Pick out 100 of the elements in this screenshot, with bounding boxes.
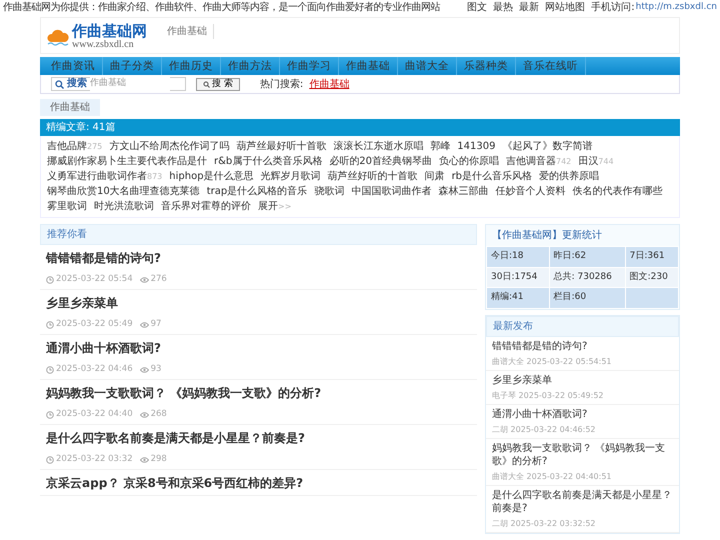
tag-link[interactable]: 必听的20首经典钢琴曲 [329,154,432,169]
eye-icon [140,276,149,283]
article-title-link[interactable]: 妈妈教我一支歌歌词？ 《妈妈教我一支歌》的分析? [46,384,471,402]
stats-cell: 30日:1754 [486,267,550,288]
eye-icon [140,456,149,463]
panel-title: 【作曲基础网】更新统计 [486,225,679,246]
tag-link[interactable]: 森林三部曲 [438,184,488,199]
latest-meta: 二胡 2025-03-22 03:32:52 [492,518,597,530]
tag-link[interactable]: 郭峰 [430,139,450,154]
tag-link[interactable]: 方文山不给周杰伦作词了吗 [109,139,230,154]
nav-link[interactable]: 乐器种类 [457,57,516,75]
article-title-link[interactable]: 京采云app？ 京采8号和京采6号西红柿的差异? [46,474,471,492]
nav-link[interactable]: 曲谱大全 [398,57,457,75]
search-label: 搜索 [67,79,87,89]
tag-link[interactable]: trap是什么风格的音乐 [206,184,308,199]
clock-icon [46,320,54,329]
tag-link[interactable]: 爱的供养原唱 [539,169,600,184]
eye-icon [140,322,149,328]
tag-link[interactable]: 光辉岁月歌词 [260,169,321,184]
nav-link[interactable]: 作曲资讯 [44,57,103,75]
tag-link[interactable]: 《起风了》数字简谱 [502,139,592,154]
panel-header: 最新发布 [486,316,679,336]
mobile-url-link[interactable]: http://m.zsbxdl.cn [636,0,717,14]
tag-link[interactable]: 骁歌词 [314,184,344,199]
site-logo[interactable]: 作曲基础网 www.zsbxdl.cn [47,24,157,50]
article-time: 2025-03-22 05:54 [56,273,133,286]
tag-link[interactable]: 义勇军进行曲歌词作者873 [47,169,162,184]
article-title-link[interactable]: 乡里乡亲菜单 [46,294,471,312]
stats-cell: 栏目:60 [549,288,626,308]
clock-icon [46,410,54,419]
tag-link[interactable]: 葫芦丝最好听十首歌 [236,139,326,154]
breadcrumb-tab[interactable]: 作曲基础 [40,99,100,116]
view-count: 276 [150,273,167,286]
stats-cell: 精编:41 [486,288,550,308]
top-link[interactable]: 最热 [493,0,514,15]
header-link[interactable]: 作曲基础 [167,24,214,39]
tag-link[interactable]: 葫芦丝好听的十首歌 [328,169,418,184]
nav-link[interactable]: 作曲方法 [221,57,280,75]
stats-cell: 7日:361 [625,246,678,267]
article-time: 2025-03-22 04:46 [56,363,133,376]
tag-link[interactable]: 雾里歌词 [47,199,87,214]
tag-link[interactable]: 田汉744 [578,154,614,169]
nav-link[interactable]: 音乐在线听 [516,57,586,75]
tag-link[interactable]: rb是什么音乐风格 [452,169,532,184]
tag-link[interactable]: 吉他品牌275 [47,139,102,154]
clock-icon [46,456,54,464]
article-title-link[interactable]: 是什么四字歌名前奏是满天都是小星星？前奏是? [46,429,471,447]
tag-link[interactable]: 负心的你原唱 [439,154,499,169]
hot-search-label: 热门搜索: [260,78,304,92]
tag-link[interactable]: 钢琴曲欣赏10大名曲理查德克莱德 [47,184,200,199]
top-link[interactable]: 最新 [519,0,540,15]
latest-title-link[interactable]: 是什么四字歌名前奏是满天都是小星星？前奏是? [492,488,673,514]
tag-link[interactable]: 任妙音个人资料 [495,184,566,199]
latest-meta: 电子琴 2025-03-22 05:49:52 [492,390,605,402]
stats-cell: 昨日:62 [549,246,626,267]
clock-icon [46,276,54,284]
nav-link[interactable]: 作曲基础 [339,57,398,75]
top-link[interactable]: 图文 [467,0,488,15]
nav-link[interactable]: 作曲历史 [162,57,221,75]
eye-icon [140,412,149,418]
latest-title-link[interactable]: 乡里乡亲菜单 [492,374,673,386]
nav-link[interactable]: 曲子分类 [103,57,162,75]
article-title-link[interactable]: 错错错都是错的诗句? [46,249,471,267]
tag-link[interactable]: 间肃 [424,169,445,184]
tag-link[interactable]: r&b属于什么类音乐风格 [214,154,322,169]
tag-link[interactable]: 141309 [457,139,496,154]
stats-cell: 总共: 730286 [549,267,626,288]
view-count: 97 [150,318,162,331]
view-count: 93 [150,363,162,376]
eye-icon [140,366,149,373]
tag-link[interactable]: 佚名的代表作有哪些 [572,184,662,199]
tag-link[interactable]: hiphop是什么意思 [169,169,254,184]
tag-link[interactable]: 展开>> [258,199,292,214]
panel-header: 推荐你看 [40,224,477,245]
latest-meta: 曲谱大全 2025-03-22 04:40:51 [492,470,613,482]
search-icon [203,80,210,88]
tag-link[interactable]: 音乐界对霍尊的评价 [161,199,251,214]
stats-cell: 图文:230 [625,267,678,288]
tag-link[interactable]: 中国国歌词曲作者 [351,184,432,199]
article-title-link[interactable]: 通渭小曲十杯酒歌词? [46,339,471,357]
top-link[interactable]: 网站地图 [545,0,586,15]
mobile-label: 手机访问: [591,0,635,15]
hot-search-link[interactable]: 作曲基础 [309,76,350,92]
latest-title-link[interactable]: 通渭小曲十杯酒歌词? [492,408,673,420]
latest-meta: 曲谱大全 2025-03-22 05:54:51 [492,356,613,368]
tag-link[interactable]: 时光洪流歌词 [94,199,154,214]
latest-title-link[interactable]: 错错错都是错的诗句? [492,340,673,352]
view-count: 268 [150,408,167,421]
article-time: 2025-03-22 04:40 [56,408,133,421]
latest-title-link[interactable]: 妈妈教我一支歌歌词？ 《妈妈教我一支歌》的分析? [492,442,673,468]
nav-link[interactable]: 作曲学习 [280,57,339,75]
tag-link[interactable]: 吉他调音器742 [506,154,572,169]
stats-cell: 今日:18 [486,246,550,267]
tag-link[interactable]: 滚滚长江东逝水原唱 [333,139,424,154]
view-count: 298 [150,453,167,466]
article-time: 2025-03-22 05:49 [56,318,133,331]
tag-link[interactable]: 挪威剧作家易卜生主要代表作品是什 [47,154,207,169]
cloud-icon [47,28,69,46]
search-button[interactable]: 搜 索 [196,78,240,90]
search-field[interactable]: 搜索 作曲基础 [51,77,186,91]
